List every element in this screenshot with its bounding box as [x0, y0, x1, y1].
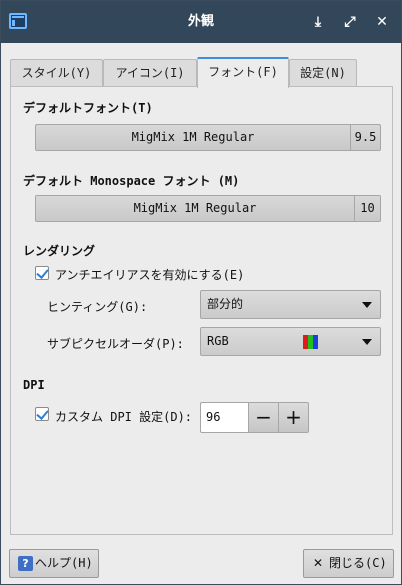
- dpi-increment-button[interactable]: +: [278, 402, 309, 433]
- help-button[interactable]: ? ヘルプ(H): [9, 549, 99, 578]
- tab-icons[interactable]: アイコン(I): [103, 59, 197, 87]
- hinting-value: 部分的: [207, 297, 244, 311]
- chevron-down-icon: [362, 302, 372, 308]
- dpi-decrement-button[interactable]: −: [248, 402, 279, 433]
- tab-fonts[interactable]: フォント(F): [197, 57, 289, 88]
- hinting-label: ヒンティング(G):: [47, 300, 148, 314]
- mono-font-button[interactable]: MigMix 1M Regular 10: [35, 195, 381, 222]
- subpixel-label: サブピクセルオーダ(P):: [47, 337, 184, 351]
- tab-style[interactable]: スタイル(Y): [10, 59, 103, 87]
- subpixel-value: RGB: [207, 334, 229, 348]
- default-font-button[interactable]: MigMix 1M Regular 9.5: [35, 124, 381, 151]
- help-label: ヘルプ(H): [35, 556, 93, 570]
- fonts-panel: デフォルトフォント(T) MigMix 1M Regular 9.5 デフォルト…: [10, 86, 393, 535]
- maximize-icon[interactable]: ⤢: [339, 11, 361, 33]
- rgb-order-icon: [303, 335, 318, 349]
- mono-font-heading: デフォルト Monospace フォント (M): [23, 174, 240, 188]
- default-font-name: MigMix 1M Regular: [131, 130, 255, 144]
- close-icon[interactable]: ✕: [371, 11, 393, 33]
- chevron-down-icon: [362, 339, 372, 345]
- tab-settings[interactable]: 設定(N): [289, 59, 357, 87]
- rendering-heading: レンダリング: [23, 244, 96, 258]
- hinting-select[interactable]: 部分的: [200, 290, 381, 319]
- subpixel-select[interactable]: RGB: [200, 327, 381, 356]
- mono-font-name: MigMix 1M Regular: [133, 201, 257, 215]
- default-font-size: 9.5: [350, 125, 380, 150]
- close-button[interactable]: ✕ 閉じる(C): [303, 549, 394, 578]
- custom-dpi-label[interactable]: カスタム DPI 設定(D):: [55, 408, 192, 425]
- minimize-icon[interactable]: ⤓: [307, 11, 329, 33]
- appearance-window: 外観 ⤓ ⤢ ✕ スタイル(Y) アイコン(I) フォント(F) 設定(N) デ…: [0, 0, 402, 585]
- mono-font-size: 10: [354, 196, 380, 221]
- antialias-label[interactable]: アンチエイリアスを有効にする(E): [55, 266, 244, 283]
- close-x-icon: ✕: [313, 556, 324, 570]
- help-icon: ?: [18, 556, 33, 571]
- antialias-checkbox[interactable]: [35, 266, 49, 280]
- titlebar[interactable]: 外観 ⤓ ⤢ ✕: [1, 1, 401, 43]
- close-label: 閉じる(C): [329, 556, 387, 570]
- default-font-heading: デフォルトフォント(T): [23, 101, 153, 115]
- custom-dpi-checkbox[interactable]: [35, 407, 49, 421]
- dpi-heading: DPI: [23, 378, 45, 392]
- dpi-value-input[interactable]: 96: [200, 402, 249, 433]
